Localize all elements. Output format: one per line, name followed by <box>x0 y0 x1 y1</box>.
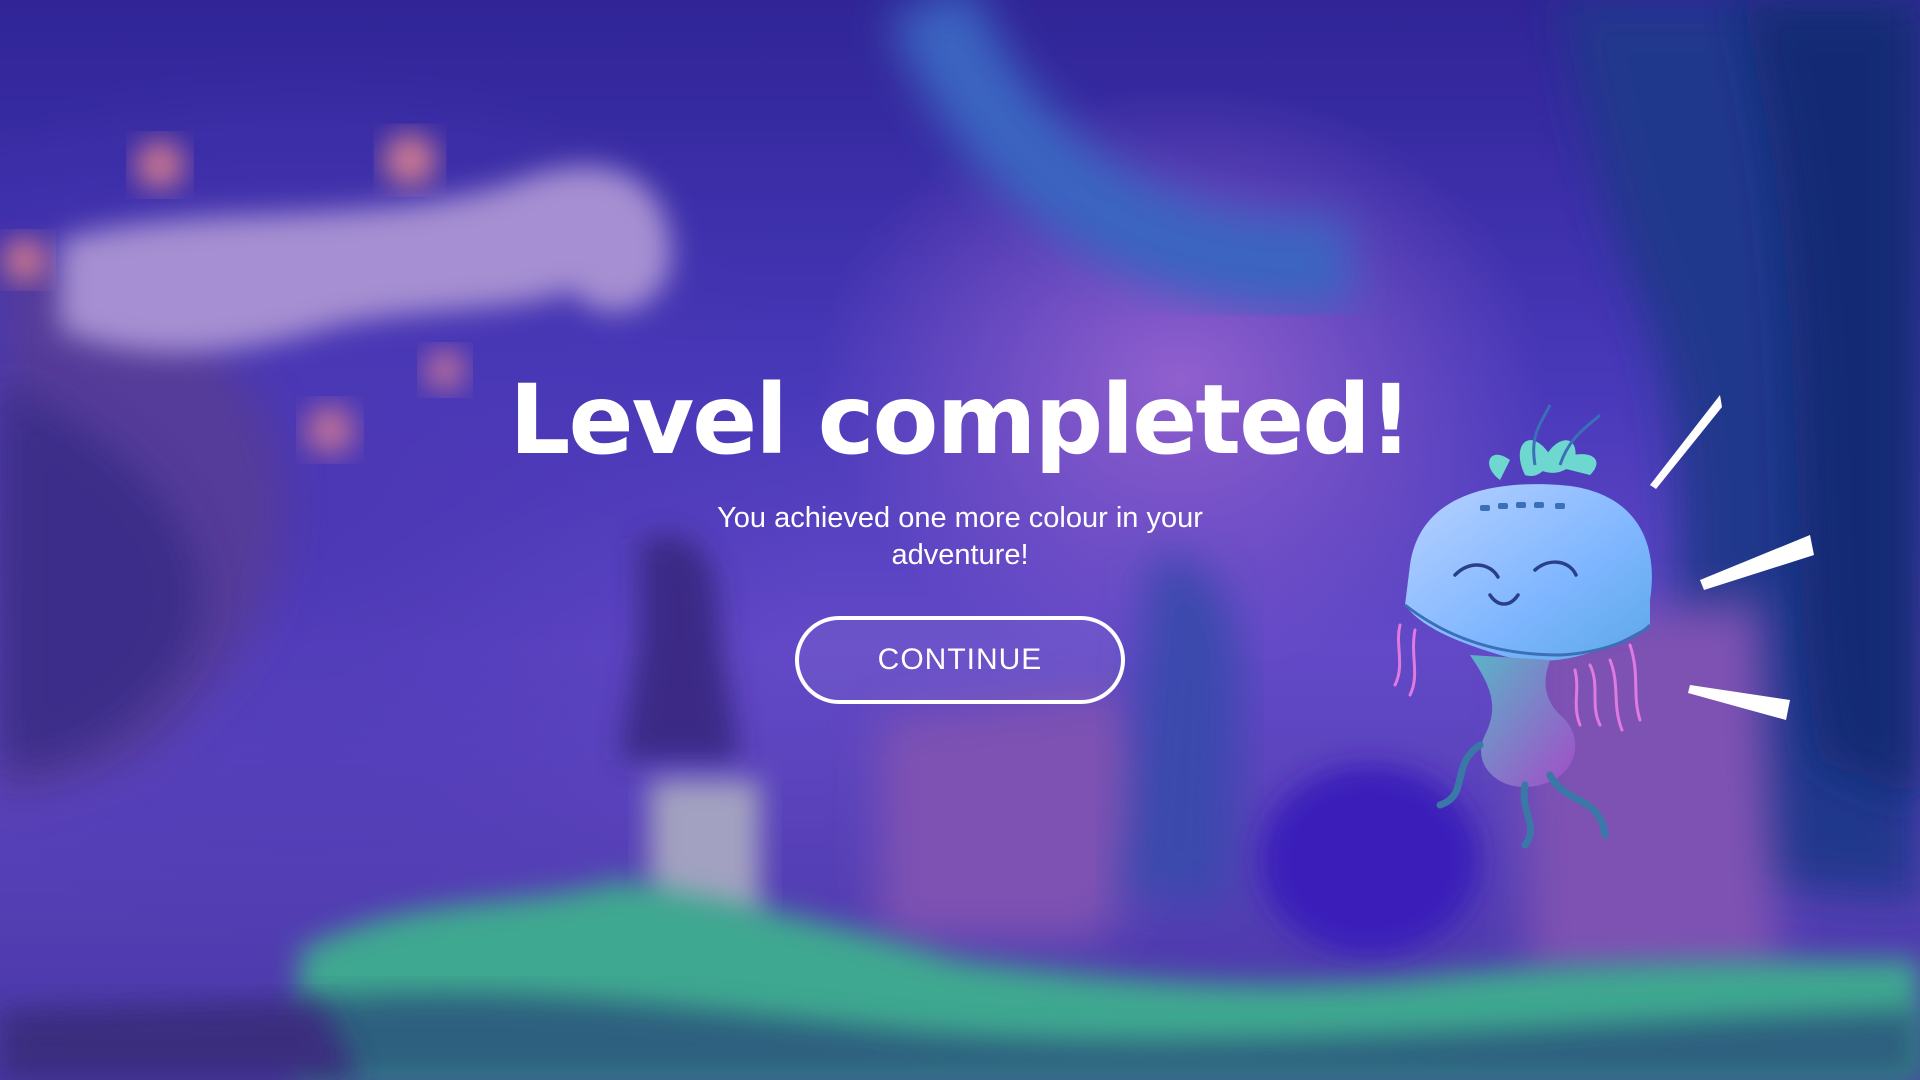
level-complete-message: You achieved one more colour in your adv… <box>717 502 1203 571</box>
level-complete-screen: Level completed! You achieved one more c… <box>0 0 1920 1080</box>
continue-button-label: CONTINUE <box>877 643 1043 676</box>
jellyfish-mascot <box>1350 385 1830 855</box>
leaf-sprout <box>1489 440 1597 480</box>
burst-lines <box>1650 395 1814 720</box>
continue-button[interactable]: CONTINUE <box>795 616 1125 704</box>
jellyfish-mascot-icon <box>1393 395 1814 849</box>
